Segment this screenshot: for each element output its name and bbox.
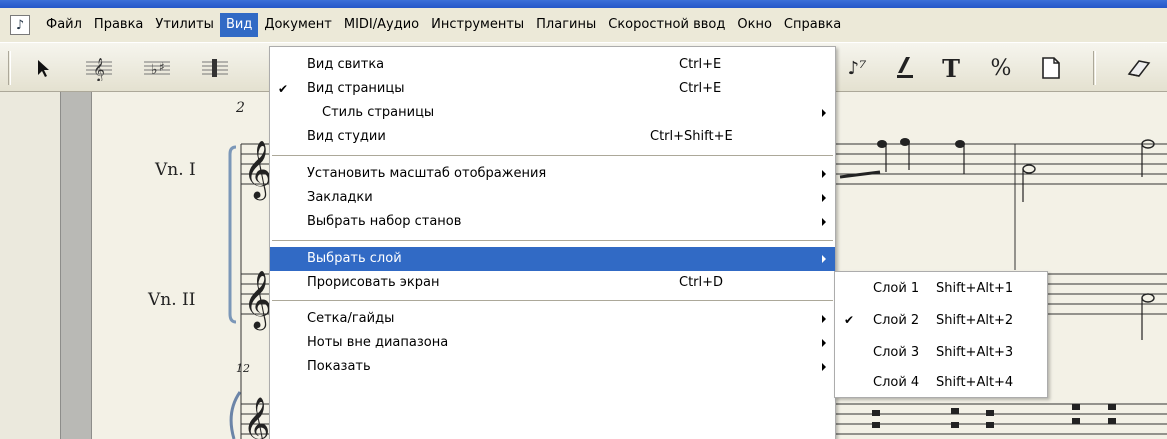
menu-item-label: Ноты вне диапазона — [307, 335, 449, 350]
submenu-item-label: Слой 1 — [873, 281, 920, 296]
submenu-item-layer-1[interactable]: Слой 1 Shift+Alt+1 — [835, 276, 1047, 301]
toolbar-grip — [8, 51, 11, 85]
menu-speedy-entry[interactable]: Скоростной ввод — [602, 13, 731, 37]
svg-text:𝄞: 𝄞 — [93, 57, 105, 81]
submenu-item-shortcut: Shift+Alt+1 — [936, 281, 1014, 296]
menu-item-select-staff-set[interactable]: Выбрать набор станов — [270, 210, 835, 234]
eraser-tool-icon[interactable] — [1122, 53, 1156, 83]
menu-item-out-of-range-notes[interactable]: Ноты вне диапазона — [270, 331, 835, 355]
menu-separator — [272, 240, 833, 241]
submenu-arrow-icon — [822, 255, 826, 263]
menu-item-set-zoom[interactable]: Установить масштаб отображения — [270, 162, 835, 186]
menu-item-scroll-view[interactable]: Вид свитка Ctrl+E — [270, 53, 835, 77]
time-signature-tool-icon[interactable] — [198, 53, 232, 83]
menu-item-label: Выбрать набор станов — [307, 214, 462, 229]
menu-item-grid-guides[interactable]: Сетка/гайды — [270, 307, 835, 331]
menu-item-shortcut: Ctrl+D — [679, 275, 724, 290]
menu-item-label: Прорисовать экран — [307, 275, 440, 290]
menu-item-select-layer[interactable]: Выбрать слой — [270, 247, 835, 271]
menu-plugins[interactable]: Плагины — [530, 13, 602, 37]
menu-document[interactable]: Документ — [258, 13, 338, 37]
menu-separator — [272, 300, 833, 301]
menu-item-label: Вид свитка — [307, 57, 385, 72]
menu-window[interactable]: Окно — [731, 13, 778, 37]
menu-item-label: Вид страницы — [307, 81, 405, 96]
checkmark-icon: ✔ — [844, 313, 855, 327]
menu-item-shortcut: Ctrl+E — [679, 81, 722, 96]
submenu-arrow-icon — [822, 194, 826, 202]
menu-item-bookmarks[interactable]: Закладки — [270, 186, 835, 210]
menu-item-label: Стиль страницы — [322, 105, 435, 120]
staff-tool-icon[interactable]: 𝄞 — [82, 53, 116, 83]
menu-file[interactable]: Файл — [40, 13, 88, 37]
svg-text:♯: ♯ — [159, 60, 165, 74]
menu-utilities[interactable]: Утилиты — [149, 13, 220, 37]
menu-item-page-style[interactable]: Стиль страницы — [270, 101, 835, 125]
instrument-label-violin-1: Vn. I — [155, 160, 196, 180]
menu-view[interactable]: Вид — [219, 13, 259, 37]
menu-item-label: Вид студии — [307, 129, 386, 144]
checkmark-icon: ✔ — [278, 82, 289, 96]
svg-text:𝄞: 𝄞 — [243, 396, 270, 439]
app-document-icon[interactable]: ♪ — [10, 15, 30, 35]
submenu-item-shortcut: Shift+Alt+3 — [936, 345, 1014, 360]
menu-item-show[interactable]: Показать — [270, 355, 835, 379]
menu-midi-audio[interactable]: MIDI/Аудио — [338, 13, 425, 37]
submenu-item-layer-3[interactable]: Слой 3 Shift+Alt+3 — [835, 340, 1047, 365]
submenu-item-label: Слой 4 — [873, 375, 920, 390]
menu-item-page-view[interactable]: ✔ Вид страницы Ctrl+E — [270, 77, 835, 101]
submenu-item-label: Слой 3 — [873, 345, 920, 360]
svg-text:♭: ♭ — [151, 62, 158, 78]
menu-tools[interactable]: Инструменты — [425, 13, 530, 37]
submenu-item-shortcut: Shift+Alt+2 — [936, 313, 1014, 328]
menu-item-label: Показать — [307, 359, 371, 374]
menu-item-label: Выбрать слой — [307, 251, 402, 266]
submenu-arrow-icon — [822, 363, 826, 371]
measure-number: 12 — [236, 362, 250, 375]
menu-help[interactable]: Справка — [778, 13, 847, 37]
selection-tool-icon[interactable] — [30, 53, 56, 83]
submenu-item-shortcut: Shift+Alt+4 — [936, 375, 1014, 390]
submenu-arrow-icon — [822, 339, 826, 347]
submenu-item-layer-2[interactable]: ✔ Слой 2 Shift+Alt+2 — [835, 308, 1047, 333]
expression-tool-icon[interactable] — [890, 53, 920, 83]
menu-edit[interactable]: Правка — [88, 13, 149, 37]
submenu-arrow-icon — [822, 109, 826, 117]
submenu-arrow-icon — [822, 218, 826, 226]
menu-item-label: Сетка/гайды — [307, 311, 395, 326]
menu-item-shortcut: Ctrl+E — [679, 57, 722, 72]
menu-item-label: Установить масштаб отображения — [307, 166, 547, 181]
menu-item-shortcut: Ctrl+Shift+E — [650, 129, 733, 144]
menu-item-label: Закладки — [307, 190, 373, 205]
key-signature-tool-icon[interactable]: ♭ ♯ — [140, 53, 174, 83]
text-tool-icon[interactable]: T — [934, 53, 968, 83]
submenu-arrow-icon — [822, 315, 826, 323]
menu-item-redraw-screen[interactable]: Прорисовать экран Ctrl+D — [270, 271, 835, 295]
measure-number: 2 — [236, 100, 245, 116]
layer-submenu: Слой 1 Shift+Alt+1 ✔ Слой 2 Shift+Alt+2 … — [834, 271, 1048, 398]
menu-item-studio-view[interactable]: Вид студии Ctrl+Shift+E — [270, 125, 835, 149]
submenu-item-label: Слой 2 — [873, 313, 920, 328]
menu-separator — [272, 155, 833, 156]
view-menu-dropdown: Вид свитка Ctrl+E ✔ Вид страницы Ctrl+E … — [269, 46, 836, 439]
percent-tool-icon[interactable]: % — [984, 53, 1018, 83]
instrument-label-violin-2: Vn. II — [148, 290, 196, 310]
submenu-item-layer-4[interactable]: Слой 4 Shift+Alt+4 — [835, 370, 1047, 395]
menu-bar: ♪ Файл Правка Утилиты Вид Документ MIDI/… — [0, 8, 1167, 42]
page-layout-tool-icon[interactable] — [1036, 53, 1066, 83]
toolbar-separator — [1093, 51, 1096, 85]
chord-tool-icon[interactable]: ♪⁷ — [844, 53, 870, 83]
submenu-arrow-icon — [822, 170, 826, 178]
title-bar-strip — [0, 0, 1167, 8]
